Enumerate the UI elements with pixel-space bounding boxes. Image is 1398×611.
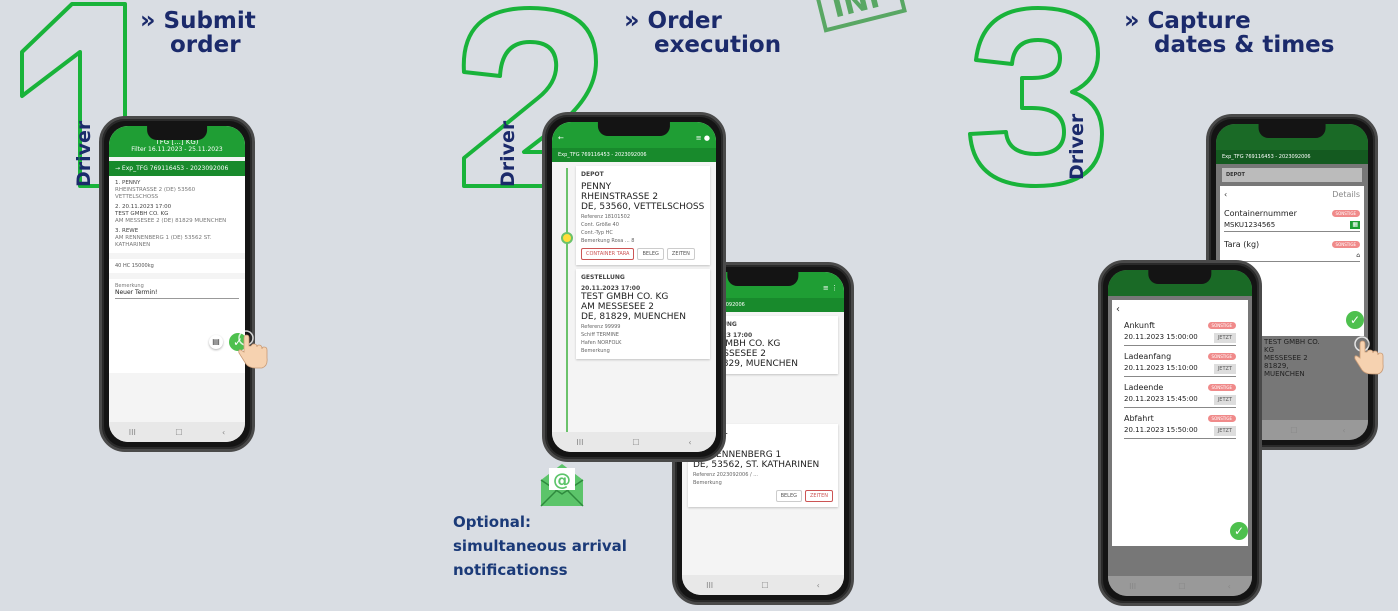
beleg-button[interactable]: BELEG [775, 490, 802, 502]
phone-capture-times: ‹ Ankunft SONSTIGE 20.11.2023 15:00:00 JET… [1098, 260, 1262, 606]
now-button[interactable]: JETZT [1213, 426, 1236, 436]
nav-home-icon[interactable]: ☐ [761, 581, 768, 590]
stop-item[interactable]: 2. 20.11.2023 17:00 TEST GMBH CO. KG AM ME… [115, 204, 239, 225]
confirm-button[interactable]: ✓ [1346, 311, 1364, 329]
stop-item[interactable]: 1. PENNY RHEINSTRASSE 2 (DE) 53560 VETTEL… [115, 180, 239, 201]
stop-item[interactable]: 3. REWE AM RENNENBERG 1 (DE) 53562 ST. KAT… [115, 228, 239, 249]
gestellung-card[interactable]: GESTELLUNG 20.11.2023 17:00 TEST GMBH CO… [576, 269, 710, 359]
back-icon[interactable]: ‹ [1224, 190, 1227, 199]
nav-back-icon[interactable]: ‹ [688, 438, 691, 447]
depot-card[interactable]: DEPOT PENNY RHEINSTRASSE 2 DE, 53560, VE… [576, 166, 710, 265]
back-icon[interactable]: ‹ [1116, 304, 1244, 315]
zeiten-button[interactable]: ZEITEN [666, 248, 695, 260]
step-3-title: » Capture dates & times [1124, 6, 1335, 58]
chevron-icon: » [624, 6, 640, 34]
back-arrow-icon[interactable]: ← [558, 134, 564, 144]
filter-icon[interactable]: ≡ ● [696, 134, 710, 144]
loading-start-field[interactable]: 20.11.2023 15:10:00 JETZT [1124, 364, 1236, 377]
departure-time-field[interactable]: 20.11.2023 15:50:00 JETZT [1124, 426, 1236, 439]
now-button[interactable]: JETZT [1213, 333, 1236, 343]
step-2-title: » Order execution [624, 6, 782, 58]
nav-recent-icon[interactable]: III [129, 428, 136, 437]
tap-hand-icon [238, 330, 268, 369]
phone-screen: TFG [...] KG) Filter 16.11.2023 - 25.11.… [109, 126, 245, 442]
times-dialog: ‹ Ankunft SONSTIGE 20.11.2023 15:00:00 JET… [1112, 300, 1248, 546]
nav-home-icon[interactable]: ☐ [632, 438, 639, 447]
order-bar[interactable]: → Exp_TFG 769116453 - 2023092006 [109, 161, 245, 176]
arrival-time-field[interactable]: 20.11.2023 15:00:00 JETZT [1124, 333, 1236, 346]
document-icon[interactable]: ▤ [209, 335, 223, 349]
nav-home-icon[interactable]: ☐ [175, 428, 182, 437]
chevron-icon: » [140, 6, 156, 34]
svg-text:@: @ [553, 470, 571, 491]
zeiten-button[interactable]: ZEITEN [804, 490, 833, 502]
phone-order-execution: ← ≡ ● Exp_TFG 769116453 - 2023092006 DEPO… [542, 112, 726, 462]
android-nav-bar: III☐‹ [1108, 576, 1252, 596]
dialog-title: Details [1332, 190, 1360, 199]
tap-hand-icon [1354, 336, 1384, 375]
phone-submit-order: TFG [...] KG) Filter 16.11.2023 - 25.11.… [99, 116, 255, 452]
confirm-button[interactable]: ✓ [1230, 522, 1248, 540]
stamp-graphic: INF [814, 0, 907, 33]
chevron-icon: » [1124, 6, 1140, 34]
phone-screen: ← ≡ ● Exp_TFG 769116453 - 2023092006 DEPO… [552, 122, 716, 452]
container-tara-button[interactable]: CONTAINER TARA [581, 248, 635, 260]
loading-end-field[interactable]: 20.11.2023 15:45:00 JETZT [1124, 395, 1236, 408]
now-button[interactable]: JETZT [1213, 364, 1236, 374]
beleg-button[interactable]: BELEG [637, 248, 664, 260]
order-bar: Exp_TFG 769116453 - 2023092006 [552, 148, 716, 162]
optional-note: Optional: simultaneous arrival notificat… [453, 513, 627, 579]
step-2-role: Driver [497, 120, 519, 187]
scan-icon[interactable]: ▦ [1350, 221, 1360, 229]
container-number-field[interactable]: MSKU1234565 ▦ [1224, 221, 1360, 232]
now-button[interactable]: JETZT [1213, 395, 1236, 405]
container-info: 40 HC 15000kg [109, 259, 245, 273]
email-notification-icon: @ [540, 464, 584, 507]
step-3-role: Driver [1066, 113, 1088, 180]
step-1-role: Driver [73, 120, 95, 187]
android-nav-bar: III ☐ ‹ [552, 432, 716, 452]
nav-recent-icon[interactable]: III [576, 438, 583, 447]
step-1-title: » Submit order [140, 6, 256, 58]
remark-value[interactable]: Neuer Termin! [115, 289, 239, 299]
android-nav-bar: III ☐ ‹ [682, 575, 844, 595]
android-nav-bar: III ☐ ‹ [109, 422, 245, 442]
nav-back-icon[interactable]: ‹ [817, 581, 820, 590]
phone-screen: ‹ Ankunft SONSTIGE 20.11.2023 15:00:00 JET… [1108, 270, 1252, 596]
nav-recent-icon[interactable]: III [706, 581, 713, 590]
nav-back-icon[interactable]: ‹ [222, 428, 225, 437]
